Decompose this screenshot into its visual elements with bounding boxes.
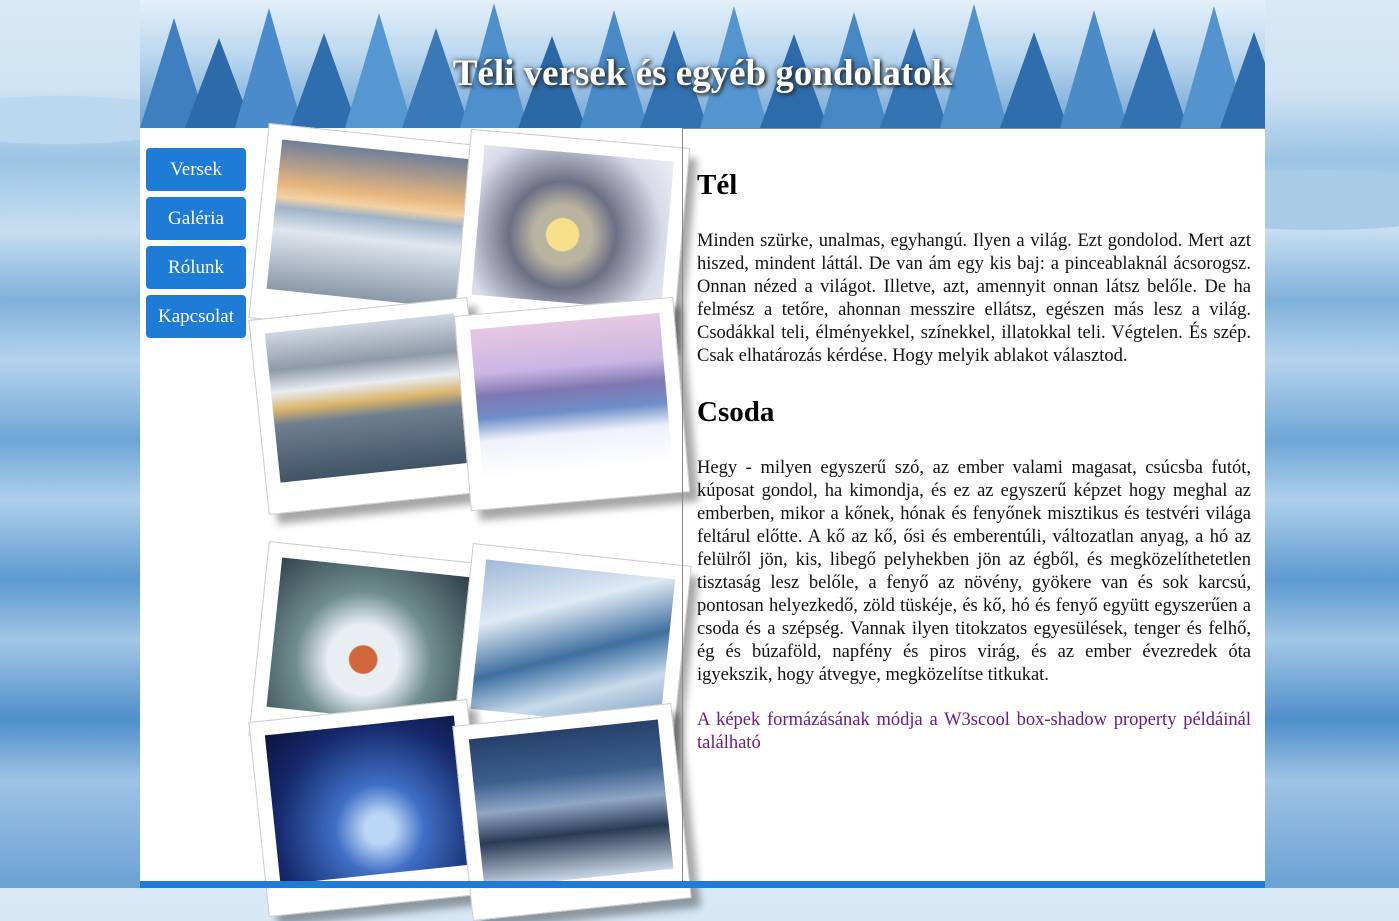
paragraph-csoda: Hegy - milyen egyszerű szó, az ember val… <box>697 458 1251 685</box>
nav-item-kapcsolat[interactable]: Kapcsolat <box>146 295 246 338</box>
section-heading-tel: Tél <box>697 169 738 201</box>
photo-image <box>470 313 673 480</box>
page-title: Téli versek és egyéb gondolatok <box>452 53 953 94</box>
bottom-bar <box>140 881 1265 888</box>
photo-image <box>264 715 470 885</box>
people-winter-valley-photo[interactable] <box>452 703 692 921</box>
photo-image <box>264 313 470 483</box>
page-container: Téli versek és egyéb gondolatok Versek G… <box>140 0 1265 921</box>
main-nav: Versek Galéria Rólunk Kapcsolat <box>146 148 246 344</box>
paragraph-tel: Minden szürke, unalmas, egyhangú. Ilyen … <box>697 231 1251 366</box>
nav-item-versek[interactable]: Versek <box>146 148 246 191</box>
photo-gallery <box>248 123 692 921</box>
photo-image <box>468 719 674 889</box>
nav-item-rolunk[interactable]: Rólunk <box>146 246 246 289</box>
photo-image <box>471 145 674 312</box>
nav-item-galeria[interactable]: Galéria <box>146 197 246 240</box>
photo-image <box>470 559 676 729</box>
header-banner: Téli versek és egyéb gondolatok <box>140 0 1265 128</box>
section-heading-csoda: Csoda <box>697 396 775 428</box>
article-content: Tél Minden szürke, unalmas, egyhangú. Il… <box>682 128 1265 883</box>
mountain-village-lake-photo[interactable] <box>248 297 488 515</box>
castle-frozen-lake-photo[interactable] <box>453 296 691 512</box>
w3school-link[interactable]: A képek formázásának módja a W3scool box… <box>697 709 1251 755</box>
photo-image <box>266 139 472 309</box>
